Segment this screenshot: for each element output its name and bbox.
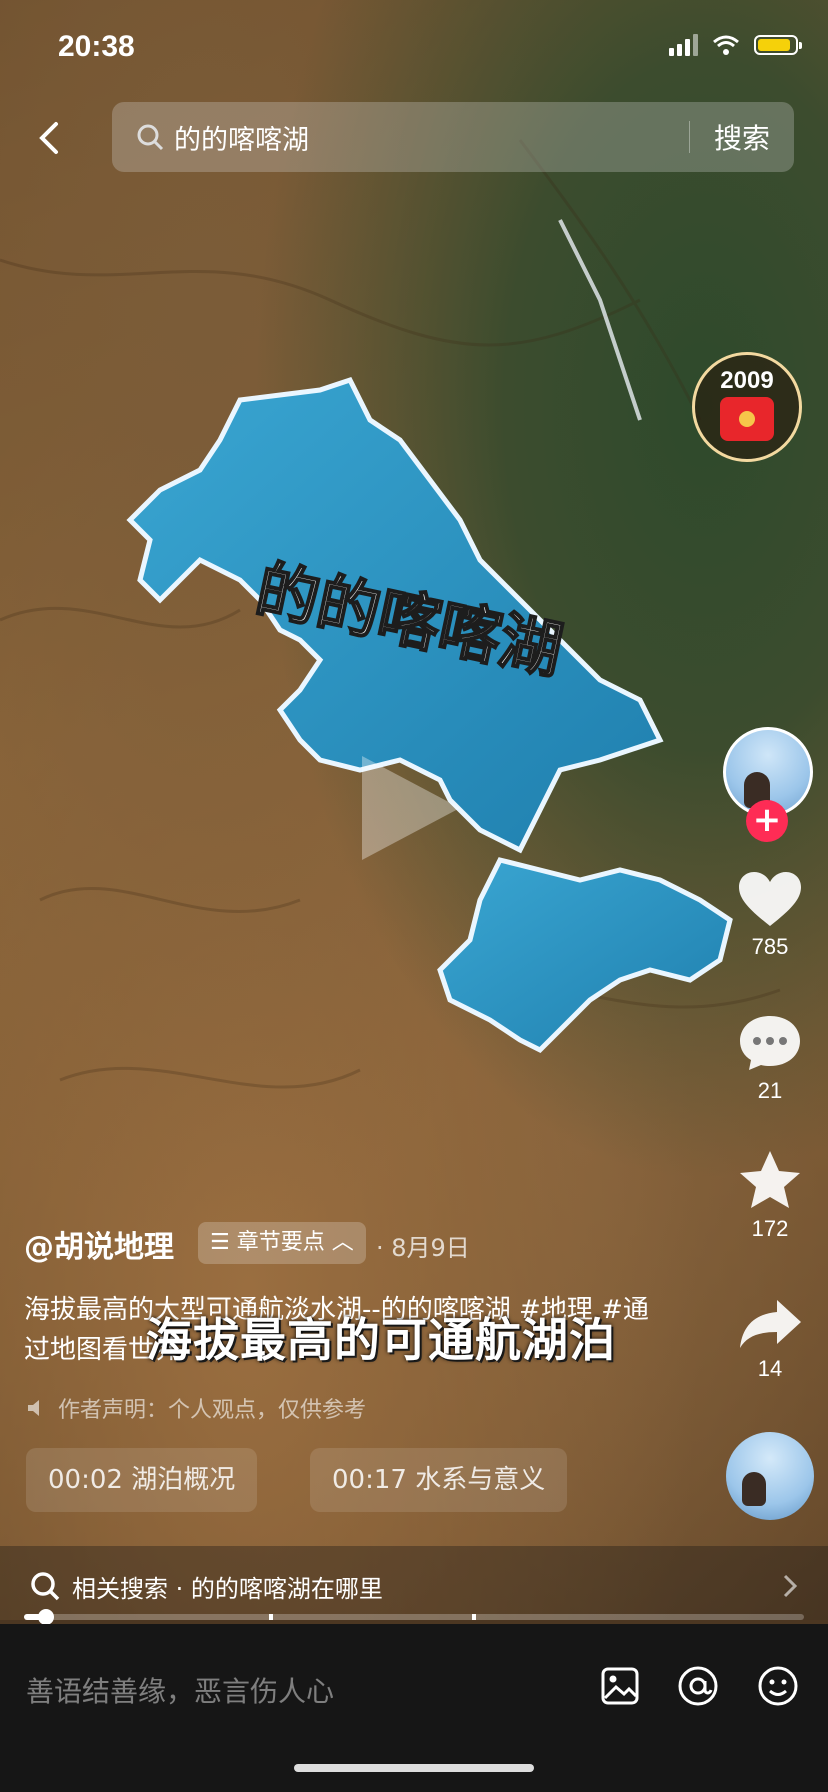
like-count: 785 [751,934,789,959]
comment-input[interactable]: 善语结善缘，恶言伤人心 [26,1670,334,1710]
signal-icon [669,34,698,56]
home-indicator [294,1764,534,1772]
favorite-count: 172 [751,1216,789,1241]
comment-count: 21 [757,1078,783,1103]
author-disclaimer: 作者声明：个人观点，仅供参考 [26,1392,366,1424]
follow-button[interactable]: + [746,800,788,842]
favorite-button[interactable]: 172 [720,1148,820,1242]
chapter-marker [269,1614,273,1620]
disclaimer-text: 作者声明：个人观点，仅供参考 [58,1398,367,1423]
wifi-icon [713,35,739,55]
share-count: 14 [757,1356,783,1381]
chapter-chip-label: 章节要点 [236,1230,325,1255]
red-packet-badge[interactable]: 2009 [692,352,802,462]
comment-button[interactable]: 21 [720,1012,820,1104]
music-avatar[interactable] [726,1432,814,1520]
chapter-item[interactable]: 00:02 湖泊概况 [26,1448,258,1512]
battery-icon [754,35,802,55]
related-search-text: 相关搜索 · 的的喀喀湖在哪里 [72,1574,383,1603]
like-button[interactable]: 785 [720,870,820,960]
chapter-chip[interactable]: ☰ 章节要点 ︿ [198,1222,366,1264]
video-caption: 海拔最高的可通航湖泊 [146,1313,616,1367]
status-icons [669,34,802,56]
post-date: · 8月9日 [376,1234,470,1262]
mention-icon[interactable] [676,1664,720,1708]
comment-bar: 善语结善缘，恶言伤人心 [0,1624,828,1792]
share-icon [740,1300,801,1348]
speaker-icon [28,1400,39,1416]
heart-icon [739,872,801,926]
red-packet-icon [720,397,774,441]
video-progress-bar[interactable] [24,1609,804,1625]
chapter-item[interactable]: 00:17 水系与意义 [310,1448,568,1512]
emoji-icon[interactable] [756,1664,800,1708]
chevron-up-icon: ︿ [324,1230,354,1255]
list-icon: ☰ [210,1230,237,1255]
share-button[interactable]: 14 [720,1296,820,1382]
back-icon[interactable] [30,118,70,158]
lake-shape-south [437,857,733,1054]
author-name[interactable]: @胡说地理 [24,1222,174,1266]
red-packet-count: 2009 [720,367,774,394]
comment-icon [740,1016,800,1070]
video-frame[interactable]: 的的喀喀湖 [0,0,828,1620]
chevron-right-icon [783,1574,798,1598]
search-button[interactable]: 搜索 [690,117,794,157]
search-bar[interactable]: 的的喀喀湖 搜索 [112,102,794,172]
image-icon[interactable] [598,1664,642,1708]
status-time: 20:38 [58,30,135,63]
search-query[interactable]: 的的喀喀湖 [174,118,689,157]
star-icon [740,1151,800,1208]
progress-handle[interactable] [38,1609,54,1625]
search-icon [137,124,164,151]
lake-map: 的的喀喀湖 [0,139,781,1089]
chapter-marker [472,1614,476,1620]
search-icon [31,1572,60,1601]
